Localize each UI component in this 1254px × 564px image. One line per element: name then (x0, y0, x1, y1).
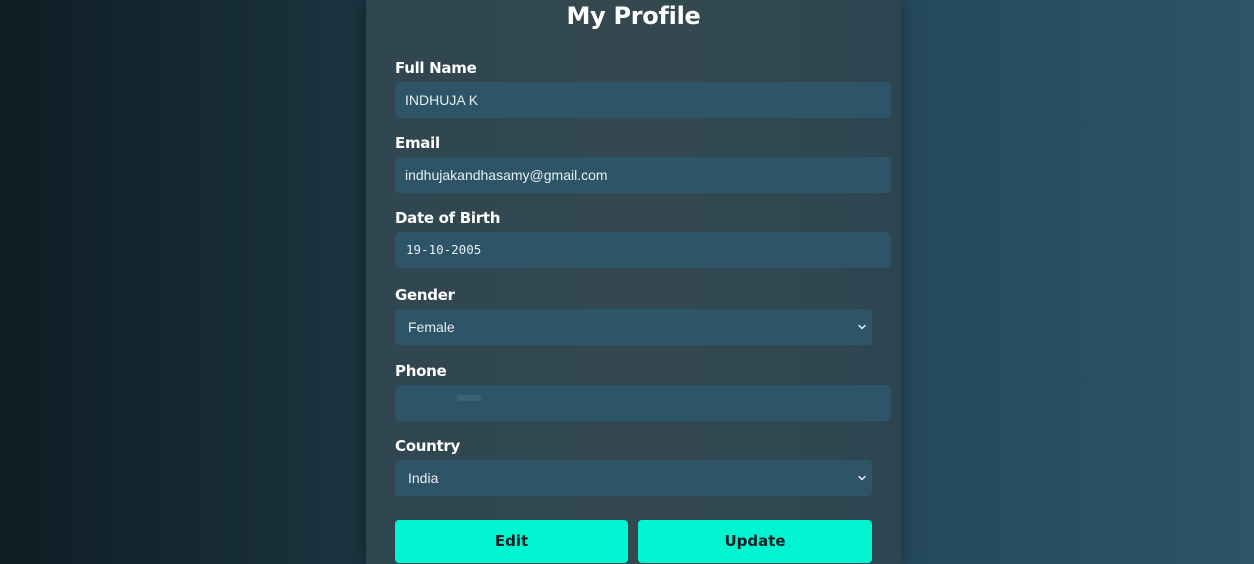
update-button[interactable]: Update (638, 520, 872, 563)
chevron-down-icon (858, 475, 866, 481)
gender-label: Gender (395, 286, 455, 304)
gender-select-value: Female (408, 319, 455, 335)
email-field[interactable]: indhujakandhasamy@gmail.com (395, 157, 891, 193)
gender-select[interactable]: Female (395, 309, 872, 345)
dob-label: Date of Birth (395, 209, 501, 227)
chevron-down-icon (858, 324, 866, 330)
phone-redaction (457, 395, 481, 401)
country-select-value: India (408, 470, 439, 486)
page-title: My Profile (566, 2, 701, 30)
phone-label: Phone (395, 362, 447, 380)
dob-field[interactable]: 19-10-2005 (395, 232, 891, 268)
profile-card: My Profile Full Name INDHUJA K Email ind… (366, 0, 901, 564)
full-name-field[interactable]: INDHUJA K (395, 82, 891, 118)
country-label: Country (395, 437, 460, 455)
edit-button[interactable]: Edit (395, 520, 628, 563)
email-label: Email (395, 134, 440, 152)
country-select[interactable]: India (395, 460, 872, 496)
full-name-label: Full Name (395, 59, 477, 77)
phone-field[interactable] (395, 385, 891, 421)
